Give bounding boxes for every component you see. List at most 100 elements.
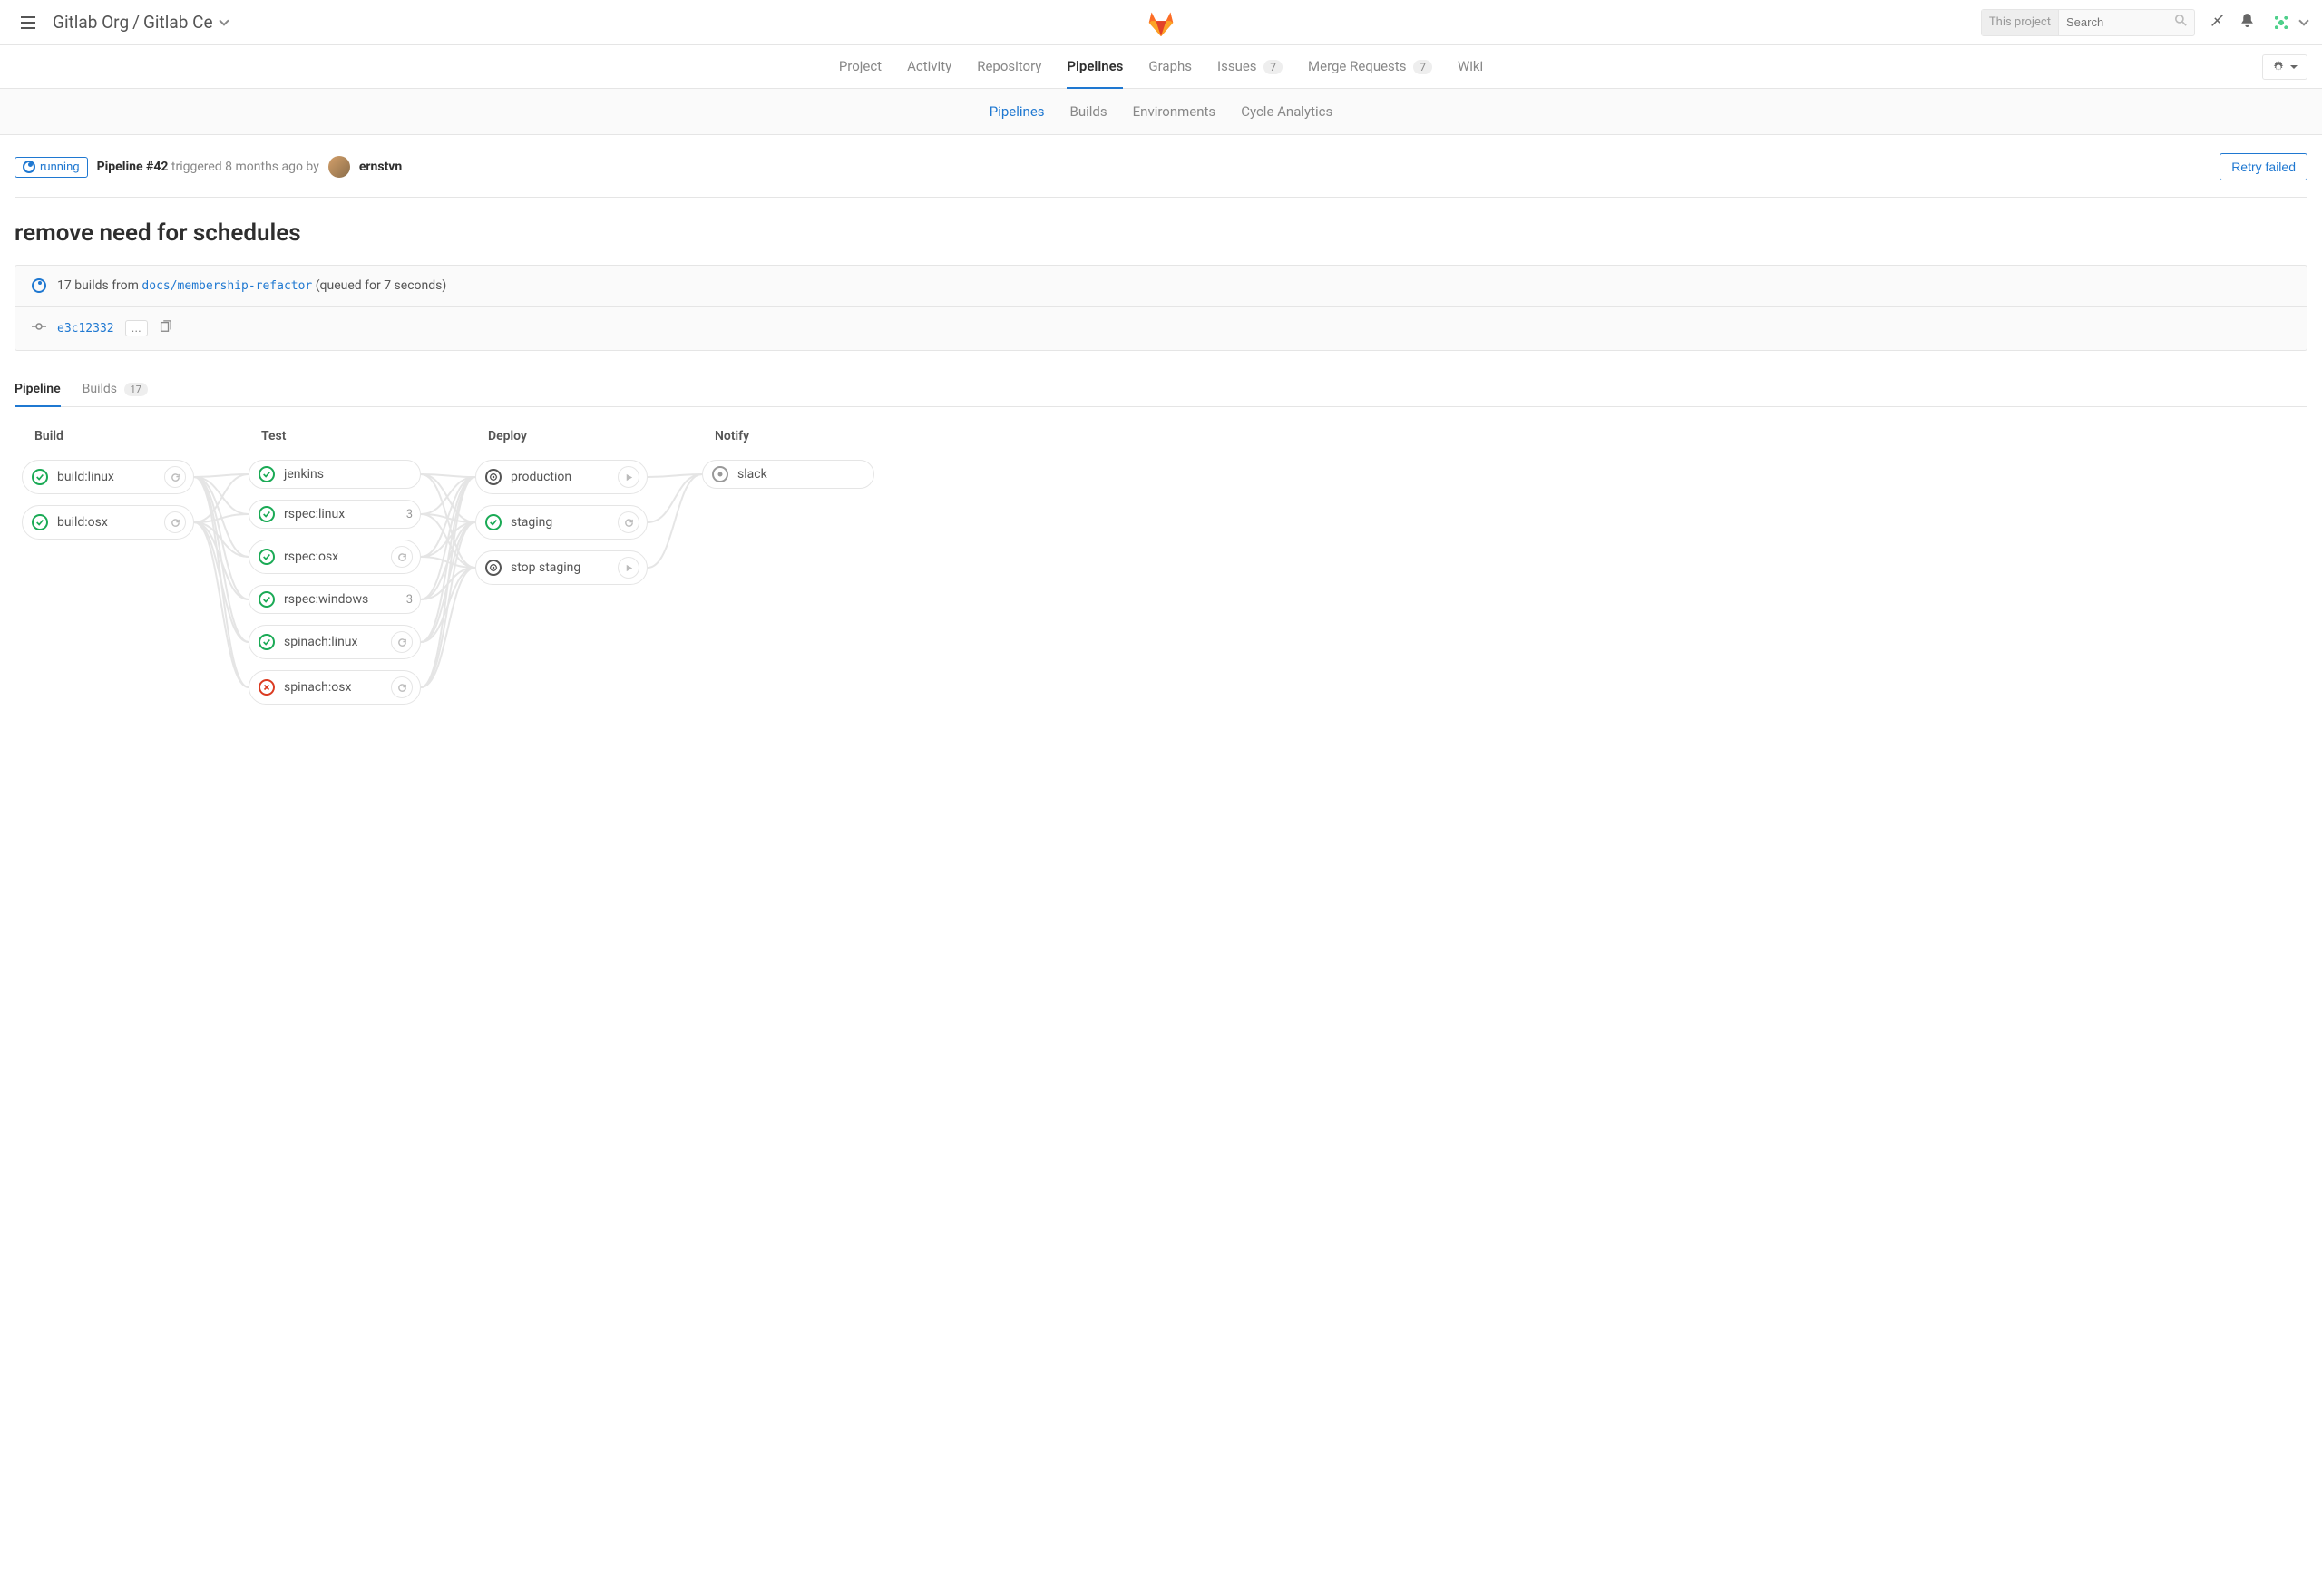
running-icon: [32, 278, 46, 293]
nav-project[interactable]: Project: [839, 58, 882, 89]
commit-icon: [32, 319, 46, 337]
job-name: build:osx: [57, 515, 155, 530]
stage-column: Deploy production staging stop staging: [475, 429, 648, 585]
manual-icon: [485, 469, 502, 485]
subnav-builds[interactable]: Builds: [1070, 103, 1107, 120]
nav-repository[interactable]: Repository: [977, 58, 1041, 89]
issues-count-badge: 7: [1263, 60, 1283, 74]
job-name: spinach:osx: [284, 680, 382, 695]
retry-icon[interactable]: [391, 546, 413, 568]
stage-name: Deploy: [475, 429, 648, 443]
retry-icon[interactable]: [391, 631, 413, 653]
search-scope[interactable]: This project: [1982, 10, 2059, 35]
job-pill[interactable]: rspec:windows 3: [249, 585, 421, 614]
triggerer-avatar[interactable]: [328, 156, 350, 178]
retry-failed-button[interactable]: Retry failed: [2220, 153, 2307, 180]
view-tabs: Pipeline Builds 17: [15, 373, 2307, 407]
status-badge: running: [15, 157, 88, 178]
copy-icon[interactable]: [159, 320, 171, 336]
success-icon: [32, 469, 48, 485]
tab-pipeline[interactable]: Pipeline: [15, 373, 61, 407]
job-name: jenkins: [284, 467, 413, 482]
job-name: build:linux: [57, 470, 155, 484]
retry-icon[interactable]: [164, 466, 186, 488]
job-pill[interactable]: stop staging: [475, 550, 648, 585]
notifications-icon[interactable]: [2239, 13, 2255, 32]
job-name: rspec:osx: [284, 550, 382, 564]
stage-name: Test: [249, 429, 421, 443]
nav-activity[interactable]: Activity: [907, 58, 951, 89]
job-pill[interactable]: production: [475, 460, 648, 494]
search-icon: [2168, 15, 2194, 30]
admin-icon[interactable]: [2210, 13, 2225, 32]
nav-pipelines[interactable]: Pipelines: [1067, 58, 1123, 89]
nav-issues[interactable]: Issues 7: [1217, 58, 1283, 89]
job-name: production: [511, 470, 609, 484]
subnav-pipelines[interactable]: Pipelines: [990, 103, 1045, 120]
builds-count-badge: 17: [124, 383, 148, 396]
job-group-count: 3: [406, 593, 413, 607]
chevron-down-icon: [219, 15, 229, 25]
job-pill[interactable]: build:osx: [22, 505, 194, 540]
success-icon: [259, 466, 275, 482]
job-pill[interactable]: spinach:linux: [249, 625, 421, 659]
retry-icon[interactable]: [391, 676, 413, 698]
gear-icon: [2272, 61, 2285, 73]
branch-link[interactable]: docs/membership-refactor: [141, 279, 312, 293]
job-pill[interactable]: build:linux: [22, 460, 194, 494]
commit-link[interactable]: e3c12332: [57, 322, 114, 336]
job-name: spinach:linux: [284, 635, 382, 649]
retry-icon[interactable]: [618, 511, 639, 533]
breadcrumb-org: Gitlab Org: [53, 12, 129, 33]
tab-builds[interactable]: Builds 17: [83, 373, 148, 407]
gitlab-logo[interactable]: [1146, 7, 1176, 38]
job-pill[interactable]: rspec:linux 3: [249, 500, 421, 529]
job-pill[interactable]: rspec:osx: [249, 540, 421, 574]
job-group-count: 3: [406, 508, 413, 521]
subnav-environments[interactable]: Environments: [1133, 103, 1216, 120]
play-icon[interactable]: [618, 466, 639, 488]
search-box[interactable]: This project: [1981, 9, 2195, 36]
play-icon[interactable]: [618, 557, 639, 579]
job-name: staging: [511, 515, 609, 530]
skipped-icon: [712, 466, 728, 482]
job-name: stop staging: [511, 560, 609, 575]
job-pill[interactable]: staging: [475, 505, 648, 540]
breadcrumb[interactable]: Gitlab Org / Gitlab Ce: [53, 12, 228, 33]
pipeline-title: remove need for schedules: [15, 219, 2307, 247]
avatar: [2269, 11, 2293, 34]
success-icon: [485, 514, 502, 530]
expand-message-button[interactable]: ...: [125, 320, 148, 336]
nav-merge-requests[interactable]: Merge Requests 7: [1308, 58, 1432, 89]
job-pill[interactable]: spinach:osx: [249, 670, 421, 705]
triggerer-name[interactable]: ernstvn: [359, 160, 402, 174]
sub-nav: Pipelines Builds Environments Cycle Anal…: [0, 89, 2322, 135]
settings-dropdown[interactable]: [2262, 54, 2307, 80]
search-input[interactable]: [2059, 15, 2168, 29]
user-menu[interactable]: [2269, 11, 2307, 34]
success-icon: [259, 549, 275, 565]
nav-wiki[interactable]: Wiki: [1458, 58, 1483, 89]
retry-icon[interactable]: [164, 511, 186, 533]
stage-column: Test jenkins rspec:linux 3 rspec:osx rspec:wi…: [249, 429, 421, 705]
hamburger-menu[interactable]: [15, 9, 42, 36]
stage-name: Notify: [702, 429, 874, 443]
success-icon: [32, 514, 48, 530]
failed-icon: [259, 679, 275, 696]
caret-down-icon: [2290, 63, 2298, 71]
job-name: slack: [737, 467, 866, 482]
nav-graphs[interactable]: Graphs: [1148, 58, 1192, 89]
stage-name: Build: [22, 429, 194, 443]
info-box: 17 builds from docs/membership-refactor …: [15, 265, 2307, 351]
main-nav: Project Activity Repository Pipelines Gr…: [0, 45, 2322, 89]
success-icon: [259, 591, 275, 608]
breadcrumb-project: Gitlab Ce: [143, 12, 213, 33]
success-icon: [259, 506, 275, 522]
subnav-cycle[interactable]: Cycle Analytics: [1241, 103, 1332, 120]
job-name: rspec:windows: [284, 592, 397, 607]
job-pill[interactable]: jenkins: [249, 460, 421, 489]
job-pill[interactable]: slack: [702, 460, 874, 489]
pipeline-graph: Build build:linux build:osx Test jenkins rspe…: [15, 407, 2307, 726]
running-icon: [23, 161, 35, 173]
job-name: rspec:linux: [284, 507, 397, 521]
